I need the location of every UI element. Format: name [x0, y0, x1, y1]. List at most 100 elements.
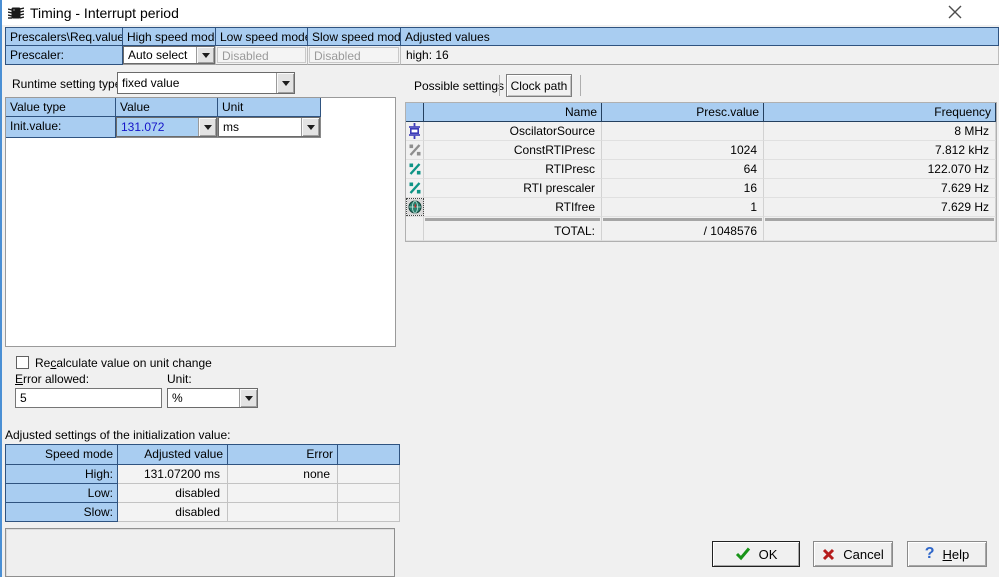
runtime-setting-type-select[interactable]: fixed value — [117, 72, 295, 94]
clock-row-freq[interactable]: 7.629 Hz — [764, 179, 996, 198]
dropdown-button[interactable] — [276, 73, 294, 93]
column-header: Adjusted value — [118, 445, 228, 465]
adjusted-settings-table: Speed mode Adjusted value Error High: 13… — [5, 444, 400, 522]
column-header: Adjusted values — [401, 28, 999, 46]
tab-divider — [499, 75, 500, 96]
column-header: Name — [424, 103, 602, 122]
selected-icon-frame — [405, 198, 424, 216]
help-button[interactable]: ? Help — [907, 541, 987, 567]
column-header: Unit — [218, 98, 321, 117]
adjusted-value-cell: disabled — [118, 503, 228, 522]
clock-row-presc[interactable] — [602, 122, 764, 141]
column-header: Slow speed mode — [308, 28, 401, 46]
chevron-down-icon — [201, 53, 210, 62]
table-cell — [764, 222, 996, 241]
dropdown-button[interactable] — [239, 389, 257, 407]
tab-possible-settings[interactable]: Possible settings — [414, 79, 504, 93]
clock-row-freq[interactable]: 122.070 Hz — [764, 160, 996, 179]
table-cell: Disabled — [216, 46, 308, 65]
rti-free-globe-icon[interactable] — [405, 198, 424, 217]
total-label: TOTAL: — [424, 222, 602, 241]
error-cell: none — [228, 465, 338, 484]
value-table: Value type Value Unit Init.value: 131.07… — [6, 98, 321, 138]
table-cell: 131.072 — [116, 117, 218, 138]
dropdown-button[interactable] — [198, 118, 216, 136]
column-header: Presc.value — [602, 103, 764, 122]
clock-row-name[interactable]: RTIfree — [424, 198, 602, 217]
tab-divider — [580, 75, 581, 96]
clock-row-freq[interactable]: 8 MHz — [764, 122, 996, 141]
dropdown-button[interactable] — [301, 118, 319, 136]
error-allowed-input[interactable] — [15, 388, 162, 408]
clock-row-freq[interactable]: 7.629 Hz — [764, 198, 996, 217]
init-value-input[interactable]: 131.072 — [116, 117, 217, 137]
dropdown-button[interactable] — [196, 47, 214, 63]
clock-row-freq[interactable]: 7.812 kHz — [764, 141, 996, 160]
chip-icon — [8, 6, 24, 19]
unit-select-ms[interactable]: ms — [218, 117, 320, 137]
table-cell: Disabled — [308, 46, 401, 65]
window-title: Timing - Interrupt period — [30, 4, 179, 21]
message-panel — [5, 528, 395, 577]
close-icon[interactable] — [947, 4, 963, 20]
column-header — [338, 445, 400, 465]
column-header: Speed mode — [6, 445, 118, 465]
total-value: / 1048576 — [602, 222, 764, 241]
clock-row-presc[interactable]: 1024 — [602, 141, 764, 160]
column-header: Prescalers\Req.value — [6, 28, 123, 46]
error-allowed-label: Error allowed: — [15, 372, 90, 386]
table-cell: Auto select — [123, 46, 216, 65]
adjusted-value-cell: disabled — [118, 484, 228, 503]
column-header: Value type — [6, 98, 116, 117]
clock-row-name[interactable]: RTI prescaler — [424, 179, 602, 198]
value-panel: Value type Value Unit Init.value: 131.07… — [5, 97, 396, 347]
prescaler-divider-green-icon[interactable] — [406, 160, 424, 179]
ok-button[interactable]: OK — [712, 541, 800, 567]
chevron-down-icon — [306, 125, 315, 134]
clock-path-table: Name Presc.value Frequency OscilatorSour… — [405, 102, 997, 242]
clock-row-presc[interactable]: 64 — [602, 160, 764, 179]
icon-column-header — [406, 103, 424, 122]
cross-icon — [823, 548, 835, 560]
table-cell — [338, 503, 400, 522]
prescaler-divider-gray-icon[interactable] — [406, 141, 424, 160]
adjusted-value-cell: 131.07200 ms — [118, 465, 228, 484]
clock-row-name[interactable]: RTIPresc — [424, 160, 602, 179]
column-header: Frequency — [764, 103, 996, 122]
clock-row-name[interactable]: OscilatorSource — [424, 122, 602, 141]
prescaler-divider-green-icon[interactable] — [406, 179, 424, 198]
runtime-setting-type-label: Runtime setting type: — [12, 77, 125, 91]
title-bar: Timing - Interrupt period — [2, 0, 999, 25]
row-label-prescaler: Prescaler: — [6, 46, 123, 65]
clock-row-presc[interactable]: 1 — [602, 198, 764, 217]
error-cell — [228, 484, 338, 503]
error-cell — [228, 503, 338, 522]
clock-row-presc[interactable]: 16 — [602, 179, 764, 198]
tab-clock-path[interactable]: Clock path — [506, 74, 572, 97]
table-cell: ms — [218, 117, 321, 138]
column-header: High speed mode — [123, 28, 216, 46]
check-icon — [735, 547, 750, 561]
row-label-init-value: Init.value: — [6, 117, 116, 138]
row-label-slow: Slow: — [6, 503, 118, 522]
unit-label: Unit: — [167, 372, 192, 386]
cancel-button[interactable]: Cancel — [813, 541, 893, 567]
chevron-down-icon — [203, 125, 212, 134]
chevron-down-icon — [281, 81, 290, 90]
oscillator-source-icon[interactable] — [406, 122, 424, 141]
chevron-down-icon — [244, 396, 253, 405]
error-unit-select[interactable]: % — [167, 388, 258, 408]
table-cell — [338, 484, 400, 503]
question-mark-icon: ? — [924, 545, 935, 562]
prescaler-high-speed-select[interactable]: Auto select — [123, 46, 215, 64]
clock-row-name[interactable]: ConstRTIPresc — [424, 141, 602, 160]
column-header: Value — [116, 98, 218, 117]
prescaler-slow-speed-disabled: Disabled — [309, 47, 399, 63]
prescaler-table: Prescalers\Req.value High speed mode Low… — [5, 27, 999, 65]
adjusted-settings-caption: Adjusted settings of the initialization … — [5, 428, 231, 442]
dialog-window: Timing - Interrupt period Prescalers\Req… — [0, 0, 999, 577]
row-label-low: Low: — [6, 484, 118, 503]
prescaler-low-speed-disabled: Disabled — [217, 47, 306, 63]
table-cell — [338, 465, 400, 484]
recalculate-checkbox[interactable] — [16, 356, 29, 369]
